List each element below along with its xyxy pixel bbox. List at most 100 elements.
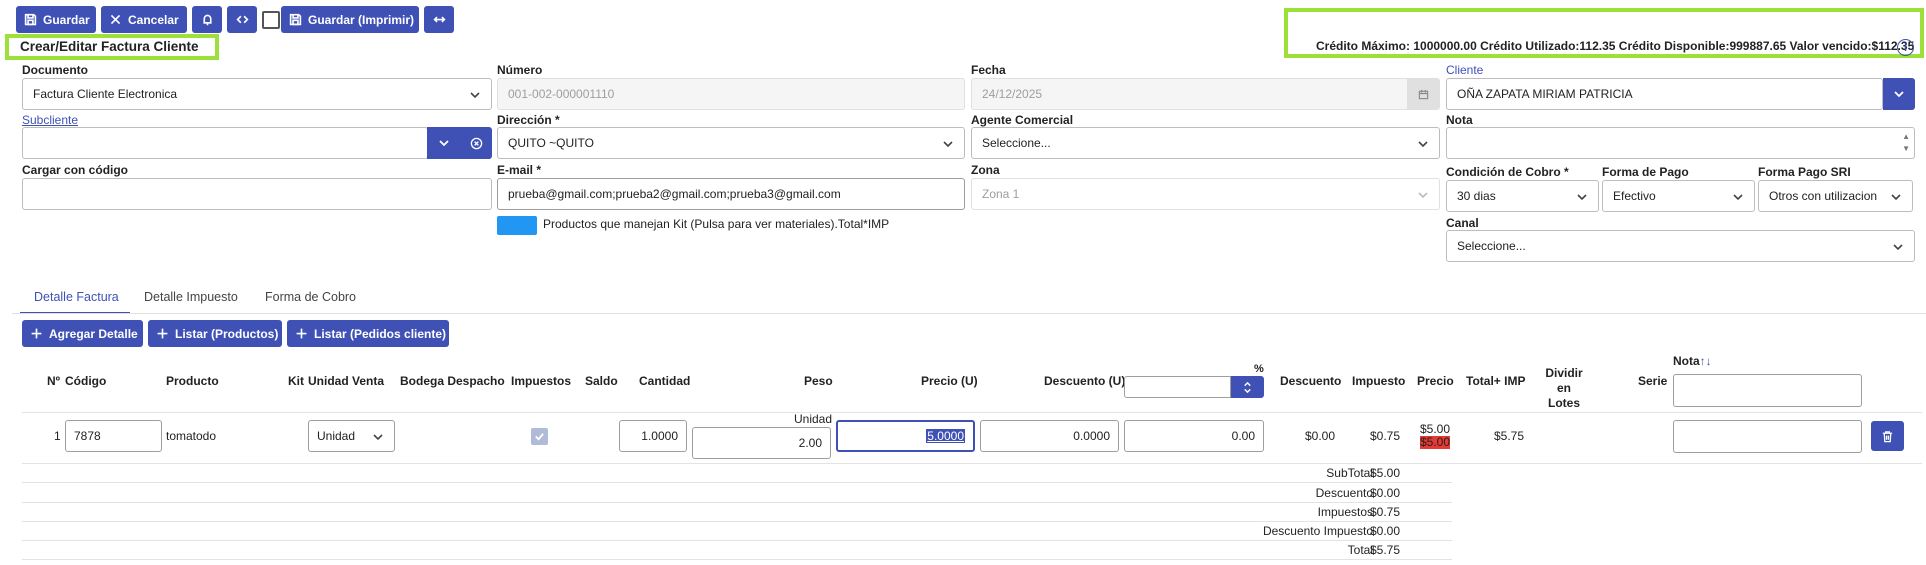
precio-alert-value: $5.00 [1420, 435, 1451, 449]
discount-mode-button[interactable] [1231, 376, 1264, 398]
nota-filter-input[interactable] [1673, 374, 1862, 407]
save-button[interactable]: Guardar [16, 6, 96, 33]
alarm-button[interactable] [192, 6, 222, 33]
fecha-field: 24/12/2025 [971, 78, 1440, 110]
canal-select[interactable]: Seleccione... [1446, 230, 1915, 262]
agente-select[interactable]: Seleccione... [971, 127, 1440, 159]
documento-label: Documento [22, 63, 88, 77]
row-nota-input[interactable] [1673, 420, 1862, 453]
chevron-down-icon [1890, 191, 1902, 203]
col-descuento: Descuento [1280, 374, 1342, 388]
forma-pago-label: Forma de Pago [1602, 165, 1689, 179]
condicion-select[interactable]: 30 dias [1446, 180, 1599, 212]
descuento-total-value: $0.00 [1370, 486, 1401, 500]
plus-icon [31, 328, 42, 339]
check-icon [535, 433, 544, 441]
chevron-down-icon [1417, 189, 1429, 201]
cargar-codigo-input[interactable] [22, 178, 492, 210]
chevron-down-icon [372, 431, 384, 443]
direccion-label: Dirección * [497, 113, 560, 127]
descuento-impuesto-value: $0.00 [1370, 524, 1401, 538]
col-precio: Precio [1417, 374, 1454, 388]
page-title: Crear/Editar Factura Cliente [20, 39, 199, 54]
numero-label: Número [497, 63, 543, 77]
cliente-select[interactable]: OÑA ZAPATA MIRIAM PATRICIA [1446, 78, 1883, 110]
chevron-up-down-icon [1244, 381, 1251, 393]
descuento-impuesto-label: Descuento Impuesto [1262, 524, 1373, 538]
total-imp-value: $5.75 [1494, 429, 1525, 443]
zona-label: Zona [971, 163, 1000, 177]
col-num: Nº [47, 374, 61, 388]
trash-icon [1882, 430, 1893, 442]
credit-summary: Crédito Máximo: 1000000.00 Crédito Utili… [1316, 39, 1915, 53]
subcliente-label: Subcliente [22, 113, 79, 127]
code-button[interactable] [227, 6, 257, 33]
calendar-icon [1407, 79, 1439, 109]
list-products-button[interactable]: Listar (Productos) [148, 320, 282, 347]
totals-divider [22, 482, 1452, 483]
col-total-imp: Total+ IMP [1466, 374, 1526, 388]
code-icon [235, 15, 249, 24]
subcliente-select[interactable] [22, 127, 428, 159]
col-impuestos: Impuestos [511, 374, 572, 388]
col-descuento-u: Descuento (U) [1044, 374, 1126, 388]
cancel-button[interactable]: Cancelar [101, 6, 187, 33]
peso-input[interactable]: 2.00 [692, 427, 831, 459]
add-detail-button[interactable]: Agregar Detalle [22, 320, 143, 347]
chevron-down-icon [1576, 191, 1588, 203]
sort-icon: ↑↓ [1699, 354, 1712, 368]
codigo-input[interactable]: 7878 [65, 420, 162, 452]
impuestos-checkbox[interactable] [531, 428, 548, 445]
col-kit: Kit [288, 374, 304, 388]
descuento-u-input[interactable]: 0.0000 [980, 420, 1119, 452]
save-icon [289, 13, 302, 26]
direccion-select[interactable]: QUITO ~QUITO [497, 127, 965, 159]
kit-color-swatch [497, 216, 537, 235]
col-nota: Nota↑↓ [1673, 354, 1712, 368]
list-orders-button[interactable]: Listar (Pedidos cliente) [287, 320, 449, 347]
subcliente-dropdown-button[interactable] [427, 127, 460, 159]
info-icon[interactable]: i [1897, 39, 1914, 56]
totals-divider [22, 540, 1452, 541]
email-label: E-mail * [497, 163, 542, 177]
close-icon [110, 14, 121, 25]
arrows-horizontal-icon [432, 16, 446, 23]
delete-row-button[interactable] [1871, 421, 1904, 451]
save-print-button[interactable]: Guardar (Imprimir) [281, 6, 419, 33]
email-field[interactable]: prueba@gmail.com;prueba2@gmail.com;prueb… [497, 178, 965, 210]
agente-label: Agente Comercial [971, 113, 1074, 127]
row-divider [22, 463, 1922, 464]
col-cantidad: Cantidad [639, 374, 691, 388]
documento-select[interactable]: Factura Cliente Electronica [22, 78, 492, 110]
tab-detalle-impuesto[interactable]: Detalle Impuesto [144, 290, 238, 304]
chevron-down-icon [1417, 138, 1429, 150]
subcliente-clear-button[interactable] [460, 127, 492, 159]
stepper-icon[interactable]: ▲ ▼ [1902, 131, 1910, 155]
cantidad-input[interactable]: 1.0000 [619, 420, 687, 452]
zona-select: Zona 1 [971, 178, 1440, 210]
cliente-dropdown-button[interactable] [1883, 78, 1915, 110]
bulk-discount-input[interactable] [1124, 376, 1231, 398]
tab-detalle-factura[interactable]: Detalle Factura [34, 290, 119, 304]
chevron-down-icon [1894, 91, 1904, 98]
unidad-select[interactable]: Unidad [308, 420, 395, 452]
forma-pago-sri-label: Forma Pago SRI [1758, 165, 1851, 179]
forma-pago-sri-select[interactable]: Otros con utilizacion [1758, 180, 1913, 212]
header-divider [22, 412, 1922, 413]
descuento-pct-input[interactable]: 0.00 [1124, 420, 1264, 452]
tab-forma-cobro[interactable]: Forma de Cobro [265, 290, 356, 304]
chevron-down-icon [1892, 241, 1904, 253]
chevron-down-icon [438, 140, 449, 147]
impuesto-value: $0.75 [1370, 429, 1401, 443]
clear-circle-icon [470, 137, 482, 149]
peso-unit-label: Unidad [794, 412, 833, 426]
col-unidad-venta: Unidad Venta [308, 374, 385, 388]
producto-name: tomatodo [166, 429, 217, 443]
expand-button[interactable] [424, 6, 454, 33]
precio-u-input[interactable]: 5.0000 [836, 420, 975, 452]
save-icon [24, 13, 37, 26]
select-checkbox[interactable] [262, 11, 280, 29]
forma-pago-select[interactable]: Efectivo [1602, 180, 1755, 212]
col-serie: Serie [1638, 374, 1668, 388]
nota-textarea[interactable]: ▲ ▼ [1446, 127, 1915, 159]
